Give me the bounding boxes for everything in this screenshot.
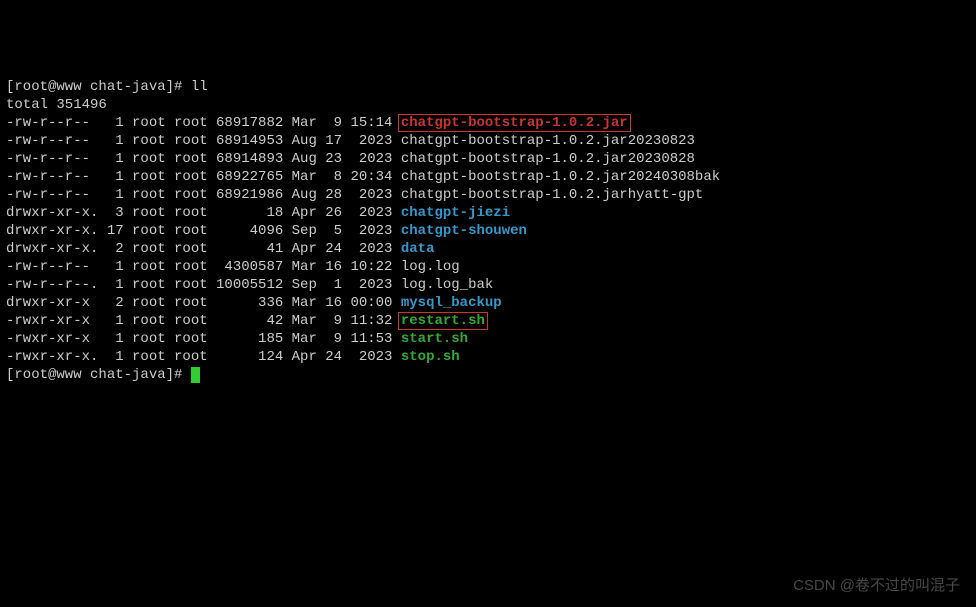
file-meta: -rw-r--r-- 1 root root 68921986 Aug 28 2…: [6, 187, 401, 203]
file-meta: -rw-r--r-- 1 root root 4300587 Mar 16 10…: [6, 259, 401, 275]
total-line: total 351496: [6, 96, 970, 114]
file-entry: -rwxr-xr-x 1 root root 185 Mar 9 11:53 s…: [6, 330, 970, 348]
file-entry: -rwxr-xr-x 1 root root 42 Mar 9 11:32 re…: [6, 312, 970, 330]
file-entry: -rwxr-xr-x. 1 root root 124 Apr 24 2023 …: [6, 348, 970, 366]
file-entry: -rw-r--r-- 1 root root 68922765 Mar 8 20…: [6, 168, 970, 186]
file-name: mysql_backup: [401, 295, 502, 311]
file-entry: drwxr-xr-x 2 root root 336 Mar 16 00:00 …: [6, 294, 970, 312]
file-name: chatgpt-bootstrap-1.0.2.jarhyatt-gpt: [401, 187, 703, 203]
file-meta: drwxr-xr-x. 2 root root 41 Apr 24 2023: [6, 241, 401, 257]
file-entry: -rw-r--r-- 1 root root 4300587 Mar 16 10…: [6, 258, 970, 276]
file-meta: drwxr-xr-x 2 root root 336 Mar 16 00:00: [6, 295, 401, 311]
file-name: chatgpt-bootstrap-1.0.2.jar20230828: [401, 151, 695, 167]
file-meta: -rw-r--r-- 1 root root 68917882 Mar 9 15…: [6, 115, 401, 131]
file-name: stop.sh: [401, 349, 460, 365]
file-entry: drwxr-xr-x. 3 root root 18 Apr 26 2023 c…: [6, 204, 970, 222]
file-name: chatgpt-bootstrap-1.0.2.jar20240308bak: [401, 169, 720, 185]
cursor-icon: [191, 367, 200, 383]
file-meta: -rw-r--r-- 1 root root 68914893 Aug 23 2…: [6, 151, 401, 167]
file-meta: -rw-r--r-- 1 root root 68914953 Aug 17 2…: [6, 133, 401, 149]
file-meta: -rwxr-xr-x. 1 root root 124 Apr 24 2023: [6, 349, 401, 365]
file-entry: -rw-r--r-- 1 root root 68917882 Mar 9 15…: [6, 114, 970, 132]
prompt-line[interactable]: [root@www chat-java]#: [6, 366, 970, 384]
file-name: start.sh: [401, 331, 468, 347]
file-meta: drwxr-xr-x. 3 root root 18 Apr 26 2023: [6, 205, 401, 221]
terminal-output[interactable]: [root@www chat-java]# lltotal 351496-rw-…: [6, 78, 970, 384]
file-meta: -rw-r--r-- 1 root root 68922765 Mar 8 20…: [6, 169, 401, 185]
file-entry: -rw-r--r-- 1 root root 68921986 Aug 28 2…: [6, 186, 970, 204]
shell-prompt: [root@www chat-java]#: [6, 79, 191, 95]
file-name: log.log_bak: [401, 277, 493, 293]
file-meta: drwxr-xr-x. 17 root root 4096 Sep 5 2023: [6, 223, 401, 239]
file-name: restart.sh: [398, 312, 488, 330]
file-entry: -rw-r--r-- 1 root root 68914893 Aug 23 2…: [6, 150, 970, 168]
file-entry: -rw-r--r-- 1 root root 68914953 Aug 17 2…: [6, 132, 970, 150]
file-name: chatgpt-jiezi: [401, 205, 510, 221]
file-entry: drwxr-xr-x. 2 root root 41 Apr 24 2023 d…: [6, 240, 970, 258]
file-name: data: [401, 241, 435, 257]
file-meta: -rwxr-xr-x 1 root root 185 Mar 9 11:53: [6, 331, 401, 347]
file-meta: -rwxr-xr-x 1 root root 42 Mar 9 11:32: [6, 313, 401, 329]
command-text: ll: [191, 79, 208, 95]
shell-prompt: [root@www chat-java]#: [6, 367, 191, 383]
file-meta: -rw-r--r--. 1 root root 10005512 Sep 1 2…: [6, 277, 401, 293]
file-entry: -rw-r--r--. 1 root root 10005512 Sep 1 2…: [6, 276, 970, 294]
file-entry: drwxr-xr-x. 17 root root 4096 Sep 5 2023…: [6, 222, 970, 240]
file-name: chatgpt-bootstrap-1.0.2.jar20230823: [401, 133, 695, 149]
file-name: chatgpt-shouwen: [401, 223, 527, 239]
file-name: chatgpt-bootstrap-1.0.2.jar: [398, 114, 631, 132]
prompt-line: [root@www chat-java]# ll: [6, 78, 970, 96]
watermark-text: CSDN @卷不过的叫混子: [793, 577, 960, 595]
file-name: log.log: [401, 259, 460, 275]
